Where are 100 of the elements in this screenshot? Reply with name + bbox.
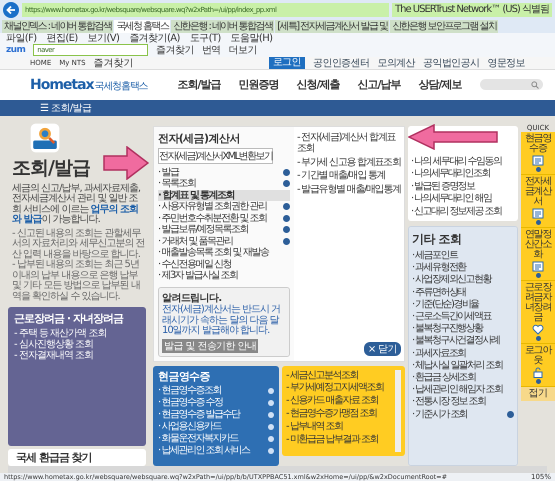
toolbar-button[interactable]: 번역: [202, 44, 221, 57]
lookup-list-item[interactable]: · 전통시장 정보 조회: [412, 396, 514, 409]
horizontal-scrollbar[interactable]: [8, 466, 547, 473]
menu-item[interactable]: 보기(V): [88, 32, 120, 44]
card-link[interactable]: · 현금영수증 수정: [158, 396, 223, 409]
lookup-list-item[interactable]: · 기준(단순)경비율: [412, 298, 514, 312]
lookup-list-item[interactable]: · 기준시가 조회: [412, 408, 514, 421]
section-menu-button[interactable]: ☰ 조회/발급: [40, 100, 145, 115]
toolbar-button[interactable]: 더보기: [228, 44, 257, 57]
circle-icon: [268, 412, 274, 418]
card-link[interactable]: - 미환급금 납부결과 조회: [286, 434, 393, 446]
circle-icon: [268, 400, 274, 406]
zum-logo[interactable]: zum: [6, 45, 26, 56]
card-link[interactable]: - 심사진행상황 조회: [14, 339, 140, 350]
card-link[interactable]: - 부가세예정고지세액조회: [286, 382, 393, 396]
lookup-list-label: · 기준(단순)경비율: [412, 298, 479, 312]
quick-menu-item[interactable]: 근로장려금자녀장려금: [521, 280, 555, 344]
card-link[interactable]: - 주택 등 재산가액 조회: [14, 328, 140, 340]
fold-button[interactable]: 접기: [521, 386, 555, 401]
menu-list-item[interactable]: · 목록조회: [158, 178, 290, 190]
card-link[interactable]: - 납부내역 조회: [286, 420, 393, 434]
top-link[interactable]: 공인인증센터: [312, 56, 370, 70]
login-button[interactable]: 로그인: [268, 56, 305, 69]
lookup-list-item[interactable]: · 과세유형전환: [412, 262, 514, 274]
submenu-link[interactable]: - 기간별 매출/매입 통계: [297, 170, 401, 182]
menu-list-item[interactable]: · 합계표 및 통계조회: [158, 190, 290, 202]
deadline-button[interactable]: 발급 및 전송기한 안내: [162, 338, 258, 353]
lookup-list-label: · 세금포인트: [412, 250, 458, 262]
menu-list-label: · 수신전용메일 신청: [158, 258, 232, 270]
card-link[interactable]: · 나의세무대리인조회: [411, 168, 515, 181]
menu-list-item[interactable]: · 수신전용메일 신청: [158, 258, 290, 270]
menu-item[interactable]: 도구(T): [190, 32, 221, 44]
menu-list-item[interactable]: · 발급: [158, 166, 290, 178]
card-link[interactable]: · 나의세무대리인 해임: [411, 193, 515, 206]
quick-menu-item[interactable]: 전자세금계산서: [521, 174, 555, 228]
quick-menu-item[interactable]: 현금영수증: [521, 132, 555, 175]
close-button[interactable]: × 닫기: [364, 342, 401, 356]
menu-item[interactable]: 즐겨찾기(A): [129, 32, 180, 44]
card-link[interactable]: · 발급된 증명정보: [411, 180, 515, 194]
heart-icon: [532, 324, 544, 335]
top-link[interactable]: 즐겨찾기: [94, 56, 134, 70]
lookup-list-item[interactable]: · 세금포인트: [412, 250, 514, 262]
security-label[interactable]: The USERTrust Network™ (US) 식별됨: [392, 2, 552, 17]
menu-list-item[interactable]: · 거래처 및 품목관리: [158, 236, 290, 248]
search-field[interactable]: [480, 79, 543, 90]
lookup-list-item[interactable]: · 환급금 상세조회: [412, 372, 514, 384]
scrollbar[interactable]: [395, 370, 401, 452]
nav-item[interactable]: 조회/발급: [177, 77, 220, 92]
menu-list-item[interactable]: · 주민번호수취분전환 및 조회: [158, 212, 290, 224]
card-link[interactable]: - 전자결재내역 조회: [14, 350, 140, 362]
card-link[interactable]: · 나의 세무대리 수임동의: [411, 156, 515, 168]
browser-tab[interactable]: 신한은행 보안프로그램 설치: [390, 20, 498, 33]
hometax-logo[interactable]: Hometax국세청홈택스: [30, 76, 148, 93]
browser-tab[interactable]: 신한은행 : 네이버 통합검색: [171, 20, 274, 33]
nav-item[interactable]: 민원증명: [238, 77, 278, 92]
lookup-list-label: · 전통시장 정보 조회: [412, 396, 486, 409]
browser-tab[interactable]: 국세청 홈택스: [114, 20, 170, 33]
back-button[interactable]: [3, 2, 19, 18]
nav-item[interactable]: 신고/납부: [357, 77, 400, 92]
card-link[interactable]: · 현금영수증조회: [158, 384, 221, 397]
quick-menu-item[interactable]: 연말정산간소화: [521, 228, 555, 281]
card-link[interactable]: - 신용카드 매출자료 조회: [286, 395, 393, 408]
menu-item[interactable]: 파일(F): [6, 32, 37, 44]
menu-list-item[interactable]: · 발급보류/예정목록조회: [158, 224, 290, 236]
menu-list-item[interactable]: · 매출발송목록 조회 및 재발송: [158, 247, 290, 259]
lookup-list-item[interactable]: · 불복청구진행상황: [412, 323, 514, 336]
card-link[interactable]: - 현금영수증가맹점 조회: [286, 408, 393, 421]
circle-icon: [536, 272, 540, 278]
top-link[interactable]: 공익법인공시: [422, 56, 480, 70]
lookup-list-item[interactable]: · 사업장제외신고현황: [412, 274, 514, 287]
card-link[interactable]: - 세금신고분석조회: [286, 370, 393, 382]
menu-item[interactable]: 편집(E): [46, 32, 78, 44]
submenu-link[interactable]: - 발급유형별 매출/매입통계: [297, 184, 401, 196]
submenu-link[interactable]: - 부가세 신고용 합계표조회: [297, 156, 401, 168]
card-link[interactable]: · 신고대리 정보제공 조회: [411, 206, 515, 218]
top-link[interactable]: 영문정보: [487, 56, 525, 70]
submenu-link[interactable]: - 전자(세금)계산서 합계표조회: [297, 132, 401, 155]
card-link[interactable]: · 현금영수증 발급수단: [158, 408, 240, 421]
top-link[interactable]: 모의계산: [377, 56, 415, 70]
toolbar-button[interactable]: 즐겨찾기: [156, 44, 194, 57]
card-link[interactable]: · 사업용신용카드: [158, 420, 221, 433]
browser-tab[interactable]: 채널인덱스 : 네이버 통합검색: [2, 20, 114, 33]
menu-list-item[interactable]: · 제3자 발급사실 조회: [158, 270, 290, 282]
card-title: 현금영수증: [158, 368, 212, 384]
lookup-list-item[interactable]: · 주류면허상태: [412, 286, 514, 299]
nav-item[interactable]: 상담/제보: [418, 77, 462, 92]
lookup-list-item[interactable]: · 근로소득간이세액표: [412, 311, 514, 324]
card-link[interactable]: · 화물운전자복지카드: [158, 432, 238, 445]
menu-item[interactable]: 도움말(H): [230, 32, 272, 44]
circle-icon: [268, 388, 274, 394]
circle-icon: [283, 226, 290, 234]
document-icon: [532, 208, 544, 219]
browser-tab[interactable]: [세특] 전자세금계산서 발급 및: [275, 20, 390, 33]
xml-view-button[interactable]: 전자(세금)계산서XML변환보기: [158, 148, 274, 164]
lookup-list-item[interactable]: · 과세자료조회: [412, 348, 514, 360]
card-link[interactable]: · 납세관리인 조회 서비스: [158, 444, 250, 457]
lookup-list-label: · 사업장제외신고현황: [412, 274, 491, 287]
menu-list-label: · 합계표 및 통계조회: [158, 190, 234, 202]
menu-list-item[interactable]: · 사용자유형별 조회권한 관리: [158, 201, 290, 213]
nav-item[interactable]: 신청/제출: [296, 77, 340, 92]
